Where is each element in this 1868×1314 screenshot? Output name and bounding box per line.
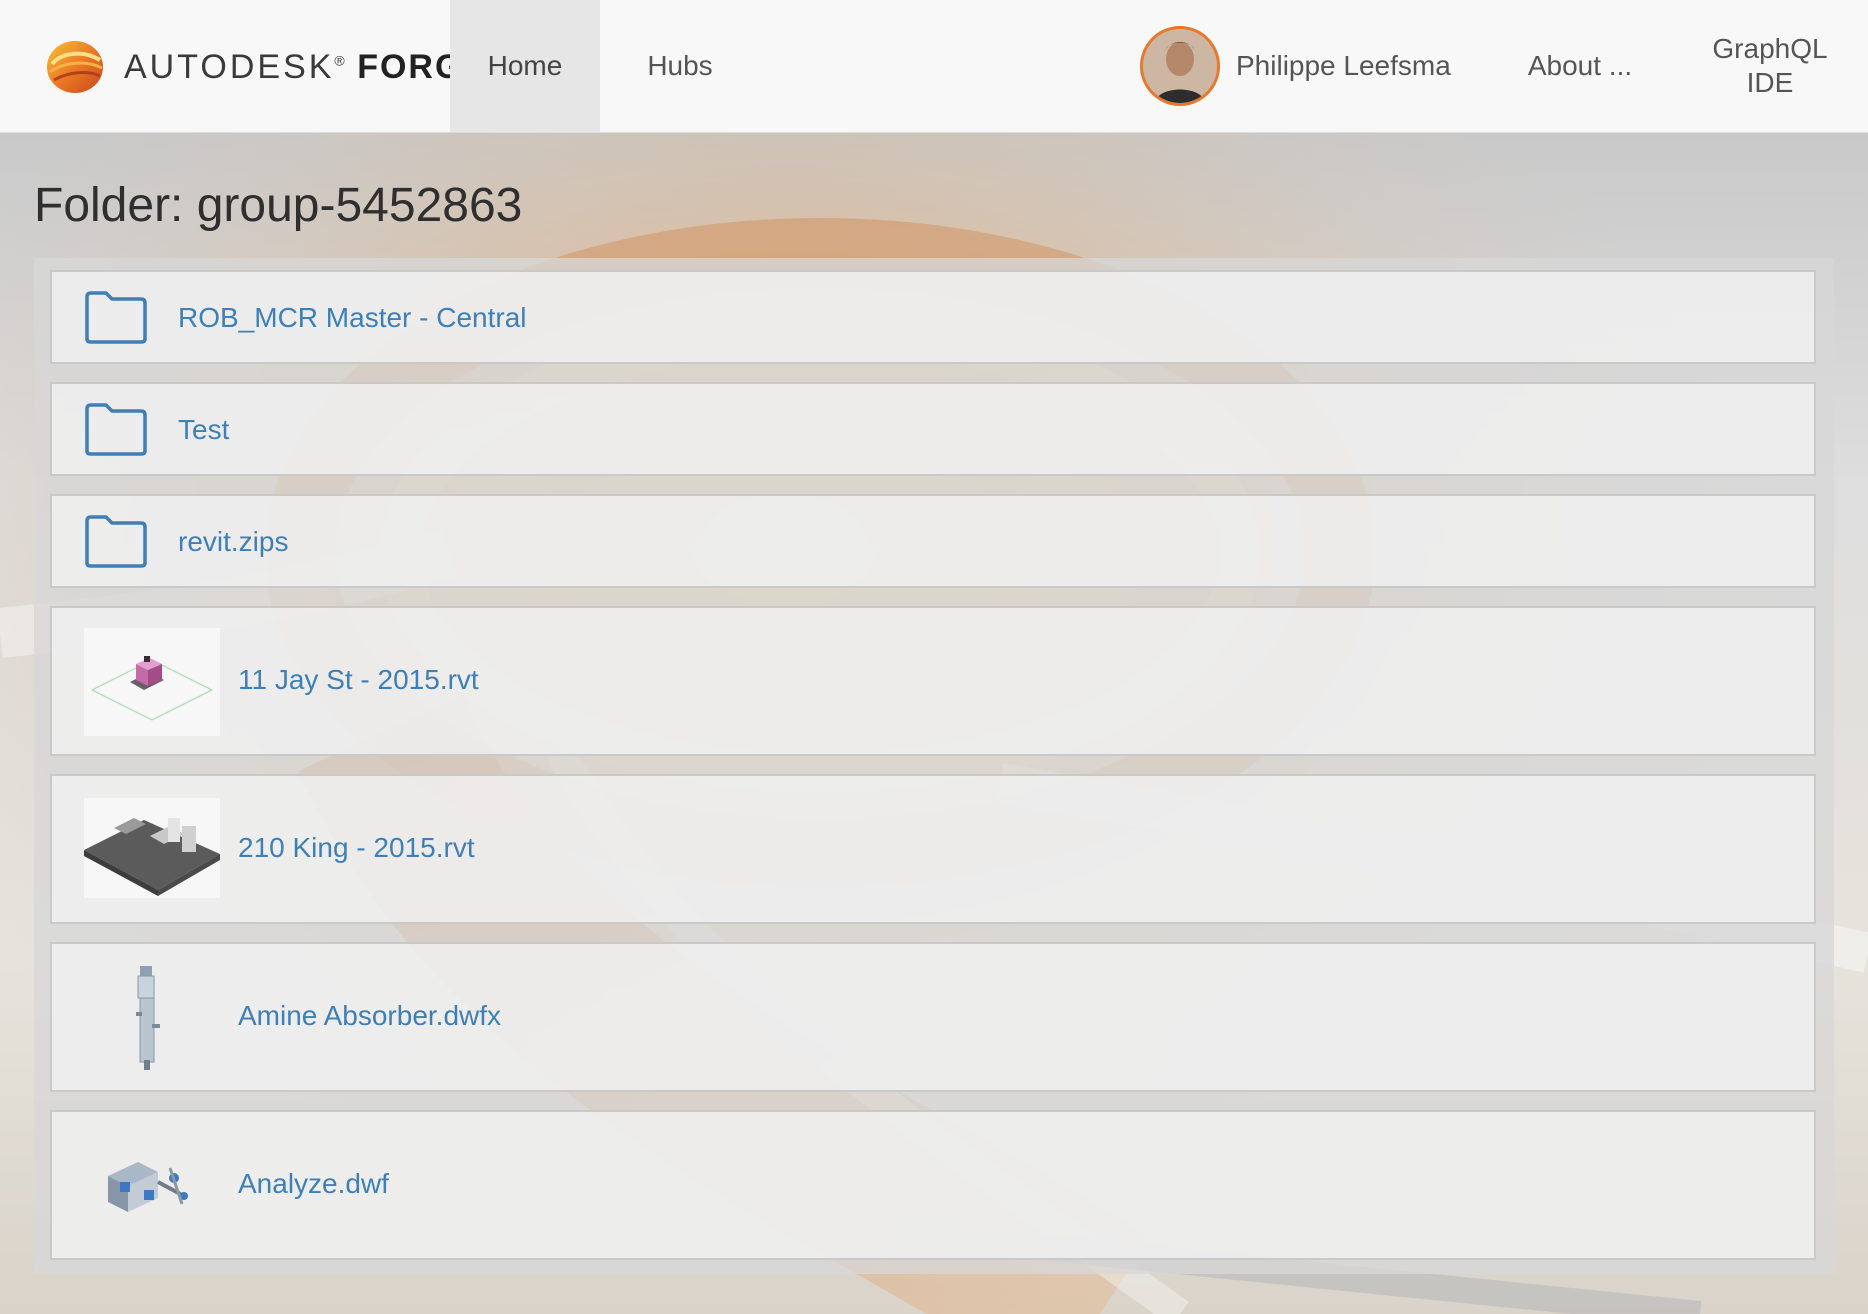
folder-icon: [85, 291, 147, 344]
user-avatar: [1140, 26, 1220, 106]
nav-graphql-label-line2: IDE: [1746, 67, 1794, 98]
file-row[interactable]: 11 Jay St - 2015.rvt: [50, 606, 1816, 756]
absorber-thumbnail-icon: [84, 962, 220, 1074]
item-name-link[interactable]: Amine Absorber.dwfx: [238, 1000, 501, 1032]
nav-home-tab[interactable]: Home: [450, 0, 600, 132]
user-menu[interactable]: Philippe Leefsma: [1140, 0, 1470, 132]
clamp-thumbnail-icon: [84, 1132, 220, 1240]
nav-about-label: About ...: [1527, 50, 1633, 81]
folder-row[interactable]: revit.zips: [50, 494, 1816, 588]
building-thumbnail-icon: [84, 628, 220, 736]
file-row[interactable]: 210 King - 2015.rvt: [50, 774, 1816, 924]
brand-name: AUTODESK® FORGE: [124, 47, 489, 86]
file-row[interactable]: Analyze.dwf: [50, 1110, 1816, 1260]
folder-content-panel: ROB_MCR Master - Central Test revit.zips…: [34, 258, 1834, 1274]
item-name-link[interactable]: 210 King - 2015.rvt: [238, 832, 475, 864]
building-thumbnail-icon: [84, 798, 220, 898]
user-name: Philippe Leefsma: [1236, 50, 1451, 81]
folder-icon: [85, 515, 147, 568]
nav-about-link[interactable]: About ...: [1510, 0, 1650, 132]
page-title: Folder: group-5452863: [34, 179, 523, 232]
file-row[interactable]: Amine Absorber.dwfx: [50, 942, 1816, 1092]
folder-row[interactable]: Test: [50, 382, 1816, 476]
nav-hubs-label: Hubs: [647, 50, 713, 81]
nav-hubs-tab[interactable]: Hubs: [620, 0, 740, 132]
item-name-link[interactable]: Analyze.dwf: [238, 1168, 389, 1200]
item-name-link[interactable]: ROB_MCR Master - Central: [178, 302, 527, 334]
top-navbar: AUTODESK® FORGE Home Hubs Philippe Leefs…: [0, 0, 1868, 133]
item-name-link[interactable]: 11 Jay St - 2015.rvt: [238, 664, 479, 696]
brand-logo-link[interactable]: AUTODESK® FORGE: [44, 34, 488, 100]
nav-graphql-ide-link[interactable]: GraphQL IDE: [1690, 0, 1850, 132]
nav-home-label: Home: [487, 50, 563, 81]
nav-graphql-label-line1: GraphQL: [1712, 33, 1828, 64]
autodesk-forge-logo-icon: [47, 41, 103, 93]
folder-row[interactable]: ROB_MCR Master - Central: [50, 270, 1816, 364]
item-name-link[interactable]: revit.zips: [178, 526, 288, 558]
item-name-link[interactable]: Test: [178, 414, 229, 446]
folder-icon: [85, 403, 147, 456]
